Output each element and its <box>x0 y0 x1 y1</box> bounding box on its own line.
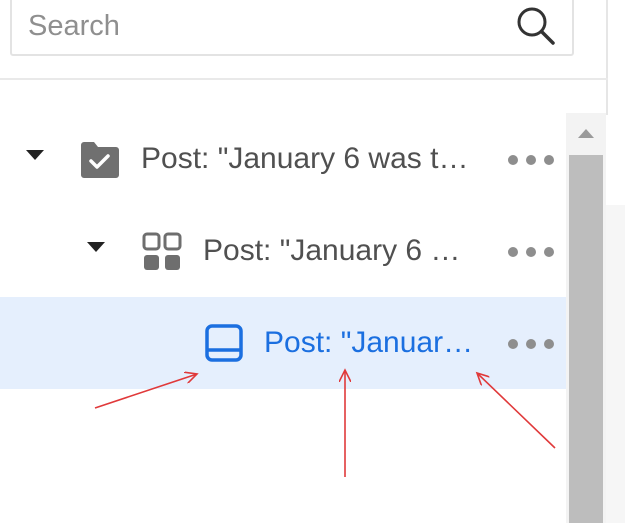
grid-icon <box>142 232 182 270</box>
dot-icon <box>544 155 554 165</box>
caret-down-icon[interactable] <box>26 150 44 160</box>
scroll-up-arrow-icon[interactable] <box>566 113 606 153</box>
dot-icon <box>508 247 518 257</box>
scrollbar-thumb[interactable] <box>569 155 603 523</box>
tablet-icon <box>205 324 243 362</box>
more-options-button[interactable] <box>508 242 554 262</box>
search-icon[interactable] <box>514 4 558 48</box>
tree-item-label: Post: "January 6 was t… <box>141 142 469 175</box>
caret-down-icon[interactable] <box>87 242 105 252</box>
dot-icon <box>508 155 518 165</box>
panel-border <box>606 0 608 115</box>
tree-item-level-1[interactable]: Post: "January 6 was t… <box>0 113 566 205</box>
dot-icon <box>526 247 536 257</box>
panel-divider <box>0 78 608 80</box>
vertical-scrollbar[interactable] <box>566 113 606 523</box>
dot-icon <box>544 247 554 257</box>
tree-panel: Post: "January 6 was t… Post: "January 6… <box>0 0 625 523</box>
tree-item-level-3-selected[interactable]: Post: "Januar… <box>0 297 566 389</box>
tree-item-label: Post: "Januar… <box>264 326 474 359</box>
tree-item-level-2[interactable]: Post: "January 6 … <box>0 205 566 297</box>
adjacent-panel-edge <box>606 205 625 523</box>
dot-icon <box>544 339 554 349</box>
folder-check-icon <box>81 142 119 178</box>
more-options-button[interactable] <box>508 334 554 354</box>
tree-item-label: Post: "January 6 … <box>203 234 461 267</box>
search-box <box>10 0 574 56</box>
more-options-button[interactable] <box>508 150 554 170</box>
search-input[interactable] <box>28 6 498 46</box>
dot-icon <box>526 339 536 349</box>
dot-icon <box>526 155 536 165</box>
dot-icon <box>508 339 518 349</box>
